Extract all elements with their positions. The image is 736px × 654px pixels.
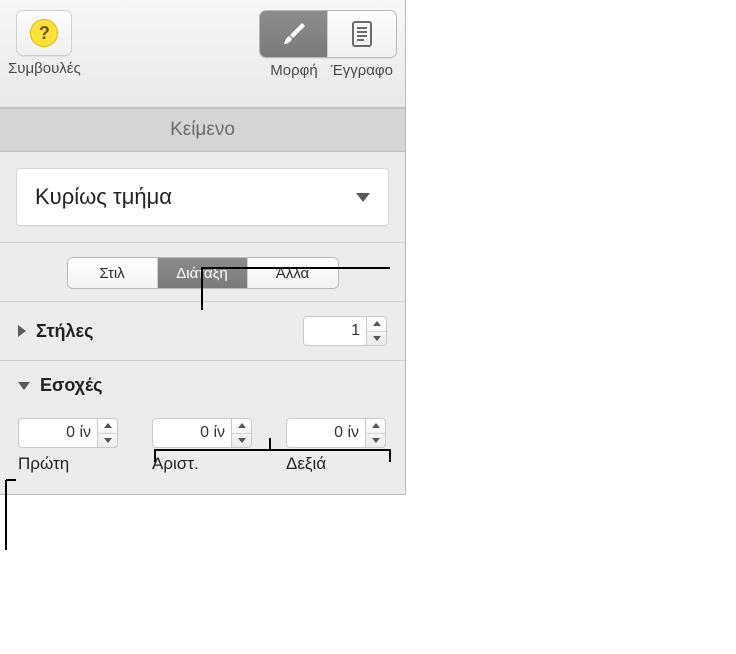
columns-stepper[interactable] (367, 316, 387, 346)
document-mode-label: Έγγραφο (328, 62, 396, 79)
format-mode-label: Μορφή (260, 62, 328, 79)
arrow-up-icon (373, 321, 381, 326)
arrow-up-icon (372, 423, 380, 428)
indent-right-step-up[interactable] (366, 419, 385, 434)
columns-value: 1 (351, 322, 360, 340)
format-mode-button[interactable] (260, 11, 328, 57)
indent-first-value: 0 ίν (66, 424, 91, 442)
indent-right-group: 0 ίν Δεξιά (286, 418, 386, 474)
indent-left-field[interactable]: 0 ίν (152, 418, 232, 448)
indents-section: Εσοχές 0 ίν Πρώτη 0 ίν (0, 361, 405, 494)
indent-first-stepper[interactable] (98, 418, 118, 448)
indent-left-stepper[interactable] (232, 418, 252, 448)
arrow-down-icon (104, 438, 112, 443)
arrow-down-icon (238, 438, 246, 443)
indent-first-step-down[interactable] (98, 434, 117, 448)
indent-right-stepper[interactable] (366, 418, 386, 448)
indent-first-step-up[interactable] (98, 419, 117, 434)
columns-step-up[interactable] (367, 317, 386, 332)
columns-row: Στήλες 1 (0, 302, 405, 361)
toolbar: ? Συμβουλές (0, 0, 405, 108)
tab-style[interactable]: Στιλ (68, 258, 158, 288)
tips-label: Συμβουλές (8, 60, 81, 77)
indent-left-step-down[interactable] (232, 434, 251, 448)
inspector-mode-segmented: Μορφή Έγγραφο (259, 10, 397, 79)
columns-field[interactable]: 1 (303, 316, 367, 346)
paragraph-style-dropdown[interactable]: Κυρίως τμήμα (16, 168, 389, 226)
indent-left-step-up[interactable] (232, 419, 251, 434)
chevron-down-icon (356, 193, 370, 202)
columns-step-down[interactable] (367, 332, 386, 346)
indent-first-label: Πρώτη (18, 454, 69, 474)
paintbrush-icon (279, 19, 309, 49)
format-inspector-panel: ? Συμβουλές (0, 0, 406, 495)
tips-button[interactable]: ? (16, 10, 72, 56)
arrow-up-icon (104, 423, 112, 428)
arrow-up-icon (238, 423, 246, 428)
indents-label: Εσοχές (40, 375, 103, 396)
indent-right-field[interactable]: 0 ίν (286, 418, 366, 448)
arrow-down-icon (372, 438, 380, 443)
document-mode-button[interactable] (328, 11, 396, 57)
text-tabs: Στιλ Διάταξη Άλλα (0, 243, 405, 302)
tab-more[interactable]: Άλλα (248, 258, 338, 288)
indent-left-value: 0 ίν (200, 424, 225, 442)
indent-left-label: Αριστ. (152, 454, 199, 474)
tips-toolbar-item: ? Συμβουλές (8, 10, 81, 77)
indent-right-label: Δεξιά (286, 454, 326, 474)
document-icon (349, 19, 375, 49)
arrow-down-icon (373, 336, 381, 341)
indent-right-step-down[interactable] (366, 434, 385, 448)
indent-first-field[interactable]: 0 ίν (18, 418, 98, 448)
disclosure-right-icon[interactable] (18, 325, 26, 337)
disclosure-down-icon[interactable] (18, 382, 30, 390)
columns-label: Στήλες (36, 321, 93, 342)
indent-right-value: 0 ίν (334, 424, 359, 442)
indent-left-group: 0 ίν Αριστ. (152, 418, 252, 474)
paragraph-style-value: Κυρίως τμήμα (35, 184, 172, 210)
question-icon: ? (30, 19, 58, 47)
tab-layout[interactable]: Διάταξη (158, 258, 248, 288)
inspector-section-title: Κείμενο (0, 108, 405, 152)
indent-first-group: 0 ίν Πρώτη (18, 418, 118, 474)
